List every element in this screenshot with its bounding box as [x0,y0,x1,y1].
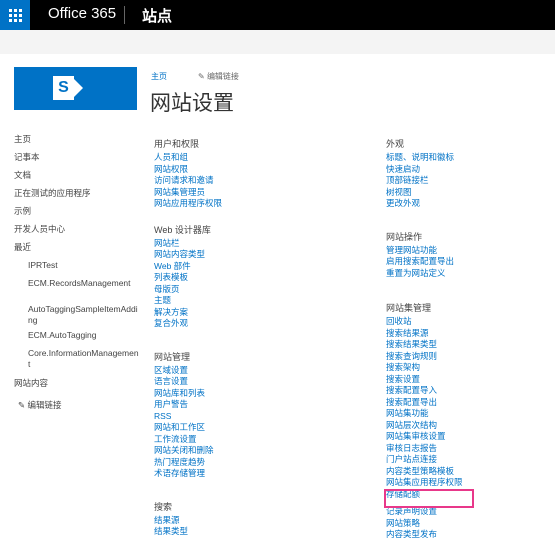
section-heading: 搜索 [154,501,173,512]
sharepoint-logo-icon: S [53,76,74,100]
recent-item[interactable]: ECM.RecordsManagement [14,278,140,304]
section-heading: 网站管理 [154,351,191,362]
site-logo[interactable]: S [14,67,137,110]
section-heading: Web 设计器库 [154,224,211,235]
settings-link[interactable]: 搜索架构 [386,362,463,374]
page-title: 网站设置 [150,92,234,115]
edit-links-label: 编辑链接 [206,72,239,81]
quick-launch: 主页 记事本 文档 正在测试的应用程序 示例 开发人员中心 最近 IPRTest… [14,134,140,418]
settings-link[interactable]: 顶部链接栏 [386,175,463,187]
suite-bar: Office 365 站点 [0,0,555,30]
recent-item[interactable]: ECM.AutoTagging [14,330,140,348]
settings-link[interactable]: 语言设置 [154,376,222,388]
settings-link[interactable]: 复合外观 [154,318,222,330]
settings-link[interactable]: 搜索配置导入 [386,385,463,397]
settings-link[interactable]: 主题 [154,295,222,307]
settings-link[interactable]: 搜索结果源 [386,328,463,340]
nav-item[interactable]: 主页 [14,134,140,152]
settings-link[interactable]: 回收站 [386,316,463,328]
nav-item-site-contents[interactable]: 网站内容 [14,378,140,396]
settings-column-right: 外观 标题、说明和徽标 快速启动 顶部链接栏 树视图 更改外观 网站操作 管理网… [386,137,463,541]
section-heading: 网站操作 [386,231,423,242]
settings-link[interactable]: 母版页 [154,284,222,296]
settings-link[interactable]: 网站权限 [154,164,222,176]
settings-link[interactable]: 术语存储管理 [154,468,222,480]
nav-edit-links[interactable]: ✎ 编辑链接 [14,400,140,418]
settings-link[interactable]: 网站栏 [154,238,222,250]
settings-link[interactable]: 内容类型发布 [386,529,463,541]
settings-link[interactable]: 管理网站功能 [386,245,463,257]
settings-link[interactable]: 网站层次结构 [386,420,463,432]
settings-link[interactable]: 树视图 [386,187,463,199]
settings-link[interactable]: 网站集应用程序权限 [386,477,463,489]
settings-link[interactable]: 网站集管理员 [154,187,222,199]
settings-link[interactable]: 列表模板 [154,272,222,284]
settings-link[interactable]: 更改外观 [386,198,463,210]
recent-item[interactable]: AutoTaggingSampleItemAdding [14,304,140,330]
settings-link[interactable]: 重置为网站定义 [386,268,463,280]
recent-item[interactable]: Core.InformationManagement [14,348,140,374]
settings-link[interactable]: 网站和工作区 [154,422,222,434]
settings-link[interactable]: 标题、说明和徽标 [386,152,463,164]
edit-links-top[interactable]: ✎ 编辑链接 [198,71,239,82]
settings-link[interactable]: 热门程度趋势 [154,457,222,469]
nav-item[interactable]: 记事本 [14,152,140,170]
settings-link[interactable]: RSS [154,411,222,423]
ribbon [0,30,555,54]
settings-column-left: 用户和权限 人员和组 网站权限 访问请求和邀请 网站集管理员 网站应用程序权限 … [154,137,222,538]
settings-link[interactable]: 内容类型策略模板 [386,466,463,478]
site-label[interactable]: 站点 [142,5,172,26]
settings-link[interactable]: 网站内容类型 [154,249,222,261]
settings-link[interactable]: 访问请求和邀请 [154,175,222,187]
nav-item-recent[interactable]: 最近 [14,242,140,260]
divider [124,6,125,24]
settings-link[interactable]: 搜索设置 [386,374,463,386]
settings-link[interactable]: 网站关闭和删除 [154,445,222,457]
settings-link[interactable]: 工作流设置 [154,434,222,446]
settings-link[interactable]: 网站库和列表 [154,388,222,400]
settings-link[interactable]: 网站策略 [386,518,463,530]
settings-link[interactable]: 解决方案 [154,307,222,319]
settings-link[interactable]: 网站应用程序权限 [154,198,222,210]
settings-link[interactable]: 门户站点连接 [386,454,463,466]
logo-arrow-icon [74,79,83,97]
breadcrumb-home[interactable]: 主页 [151,71,167,82]
nav-item[interactable]: 正在测试的应用程序 [14,188,140,206]
section-heading: 外观 [386,139,405,149]
settings-link[interactable]: 快速启动 [386,164,463,176]
highlight-box [384,489,474,508]
nav-item[interactable]: 开发人员中心 [14,224,140,242]
settings-link[interactable]: 启用搜索配置导出 [386,256,463,268]
nav-item[interactable]: 示例 [14,206,140,224]
settings-link[interactable]: 区域设置 [154,365,222,377]
settings-link[interactable]: 人员和组 [154,152,222,164]
settings-link[interactable]: 审核日志报告 [386,443,463,455]
brand-label[interactable]: Office 365 [48,5,116,22]
settings-link[interactable]: 结果类型 [154,526,222,538]
settings-link[interactable]: 搜索查询规则 [386,351,463,363]
settings-link[interactable]: 网站集审核设置 [386,431,463,443]
settings-link[interactable]: Web 部件 [154,261,222,273]
settings-link[interactable]: 网站集功能 [386,408,463,420]
recent-item[interactable]: IPRTest [14,260,140,278]
section-heading: 网站集管理 [386,303,432,313]
nav-item[interactable]: 文档 [14,170,140,188]
section-heading: 用户和权限 [154,139,200,149]
app-launcher-icon[interactable] [0,0,30,30]
settings-link[interactable]: 搜索结果类型 [386,339,463,351]
edit-links-label: 编辑链接 [27,400,62,410]
settings-link[interactable]: 用户警告 [154,399,222,411]
settings-link[interactable]: 搜索配置导出 [386,397,463,409]
settings-link[interactable]: 结果源 [154,515,222,527]
